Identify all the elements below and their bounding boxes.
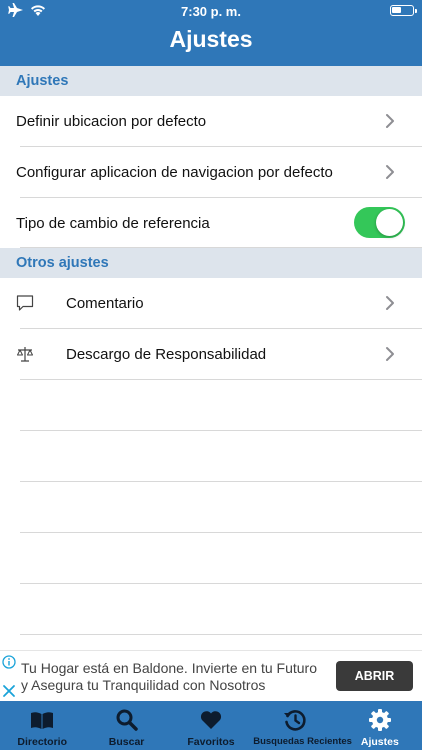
exchange-rate-toggle[interactable] — [354, 207, 405, 238]
chevron-right-icon — [386, 347, 394, 361]
tab-label: Busquedas Recientes — [253, 736, 352, 747]
chevron-right-icon — [386, 296, 394, 310]
default-navigation-app-row[interactable]: Configurar aplicacion de navigacion por … — [0, 147, 422, 198]
tab-busquedas-recientes[interactable]: Busquedas Recientes — [253, 701, 352, 750]
disclaimer-label: Descargo de Responsabilidad — [66, 346, 267, 363]
status-time: 7:30 p. m. — [181, 4, 241, 19]
ad-open-button[interactable]: ABRIR — [336, 661, 413, 691]
tab-bar: Directorio Buscar Favoritos Busquedas Re… — [0, 701, 422, 750]
book-icon — [31, 712, 54, 729]
comment-label: Comentario — [66, 295, 144, 312]
toggle-knob — [376, 209, 403, 236]
empty-row-separator — [20, 532, 422, 533]
tab-favoritos[interactable]: Favoritos — [169, 701, 253, 750]
section-header-otros: Otros ajustes — [0, 248, 422, 278]
empty-row-separator — [20, 583, 422, 584]
page-title: Ajustes — [169, 26, 253, 52]
tab-label: Buscar — [108, 736, 145, 748]
tab-directorio[interactable]: Directorio — [0, 701, 84, 750]
battery-icon — [390, 5, 417, 16]
heart-icon — [200, 711, 222, 729]
tab-ajustes[interactable]: Ajustes — [338, 701, 422, 750]
navigation-header: 7:30 p. m. Ajustes — [0, 0, 422, 66]
empty-row-separator — [20, 634, 422, 635]
comment-icon — [16, 295, 34, 311]
chevron-right-icon — [386, 165, 394, 179]
disclaimer-row[interactable]: Descargo de Responsabilidad — [0, 329, 422, 380]
exchange-rate-row: Tipo de cambio de referencia — [0, 198, 422, 248]
scale-icon — [17, 347, 33, 362]
ad-banner[interactable]: Tu Hogar está en Baldone. Invierte en tu… — [0, 650, 422, 701]
empty-row-separator — [20, 430, 422, 431]
status-bar: 7:30 p. m. — [0, 0, 422, 22]
gear-icon — [368, 709, 391, 731]
default-location-row[interactable]: Definir ubicacion por defecto — [0, 96, 422, 147]
search-icon — [116, 709, 138, 731]
tab-label: Directorio — [17, 736, 67, 748]
tab-label: Favoritos — [187, 736, 235, 748]
exchange-rate-label: Tipo de cambio de referencia — [16, 214, 210, 232]
tab-label: Ajustes — [360, 736, 399, 748]
tab-buscar[interactable]: Buscar — [84, 701, 168, 750]
default-location-label: Definir ubicacion por defecto — [16, 113, 207, 130]
ad-text[interactable]: Tu Hogar está en Baldone. Invierte en tu… — [21, 660, 321, 694]
section-header-ajustes: Ajustes — [0, 66, 422, 96]
history-icon — [284, 710, 307, 731]
ad-close-icon[interactable] — [2, 684, 16, 698]
default-navigation-app-label: Configurar aplicacion de navigacion por … — [16, 164, 333, 181]
ad-info-icon[interactable] — [2, 655, 16, 669]
empty-row-separator — [20, 481, 422, 482]
comment-row[interactable]: Comentario — [0, 278, 422, 329]
chevron-right-icon — [386, 114, 394, 128]
